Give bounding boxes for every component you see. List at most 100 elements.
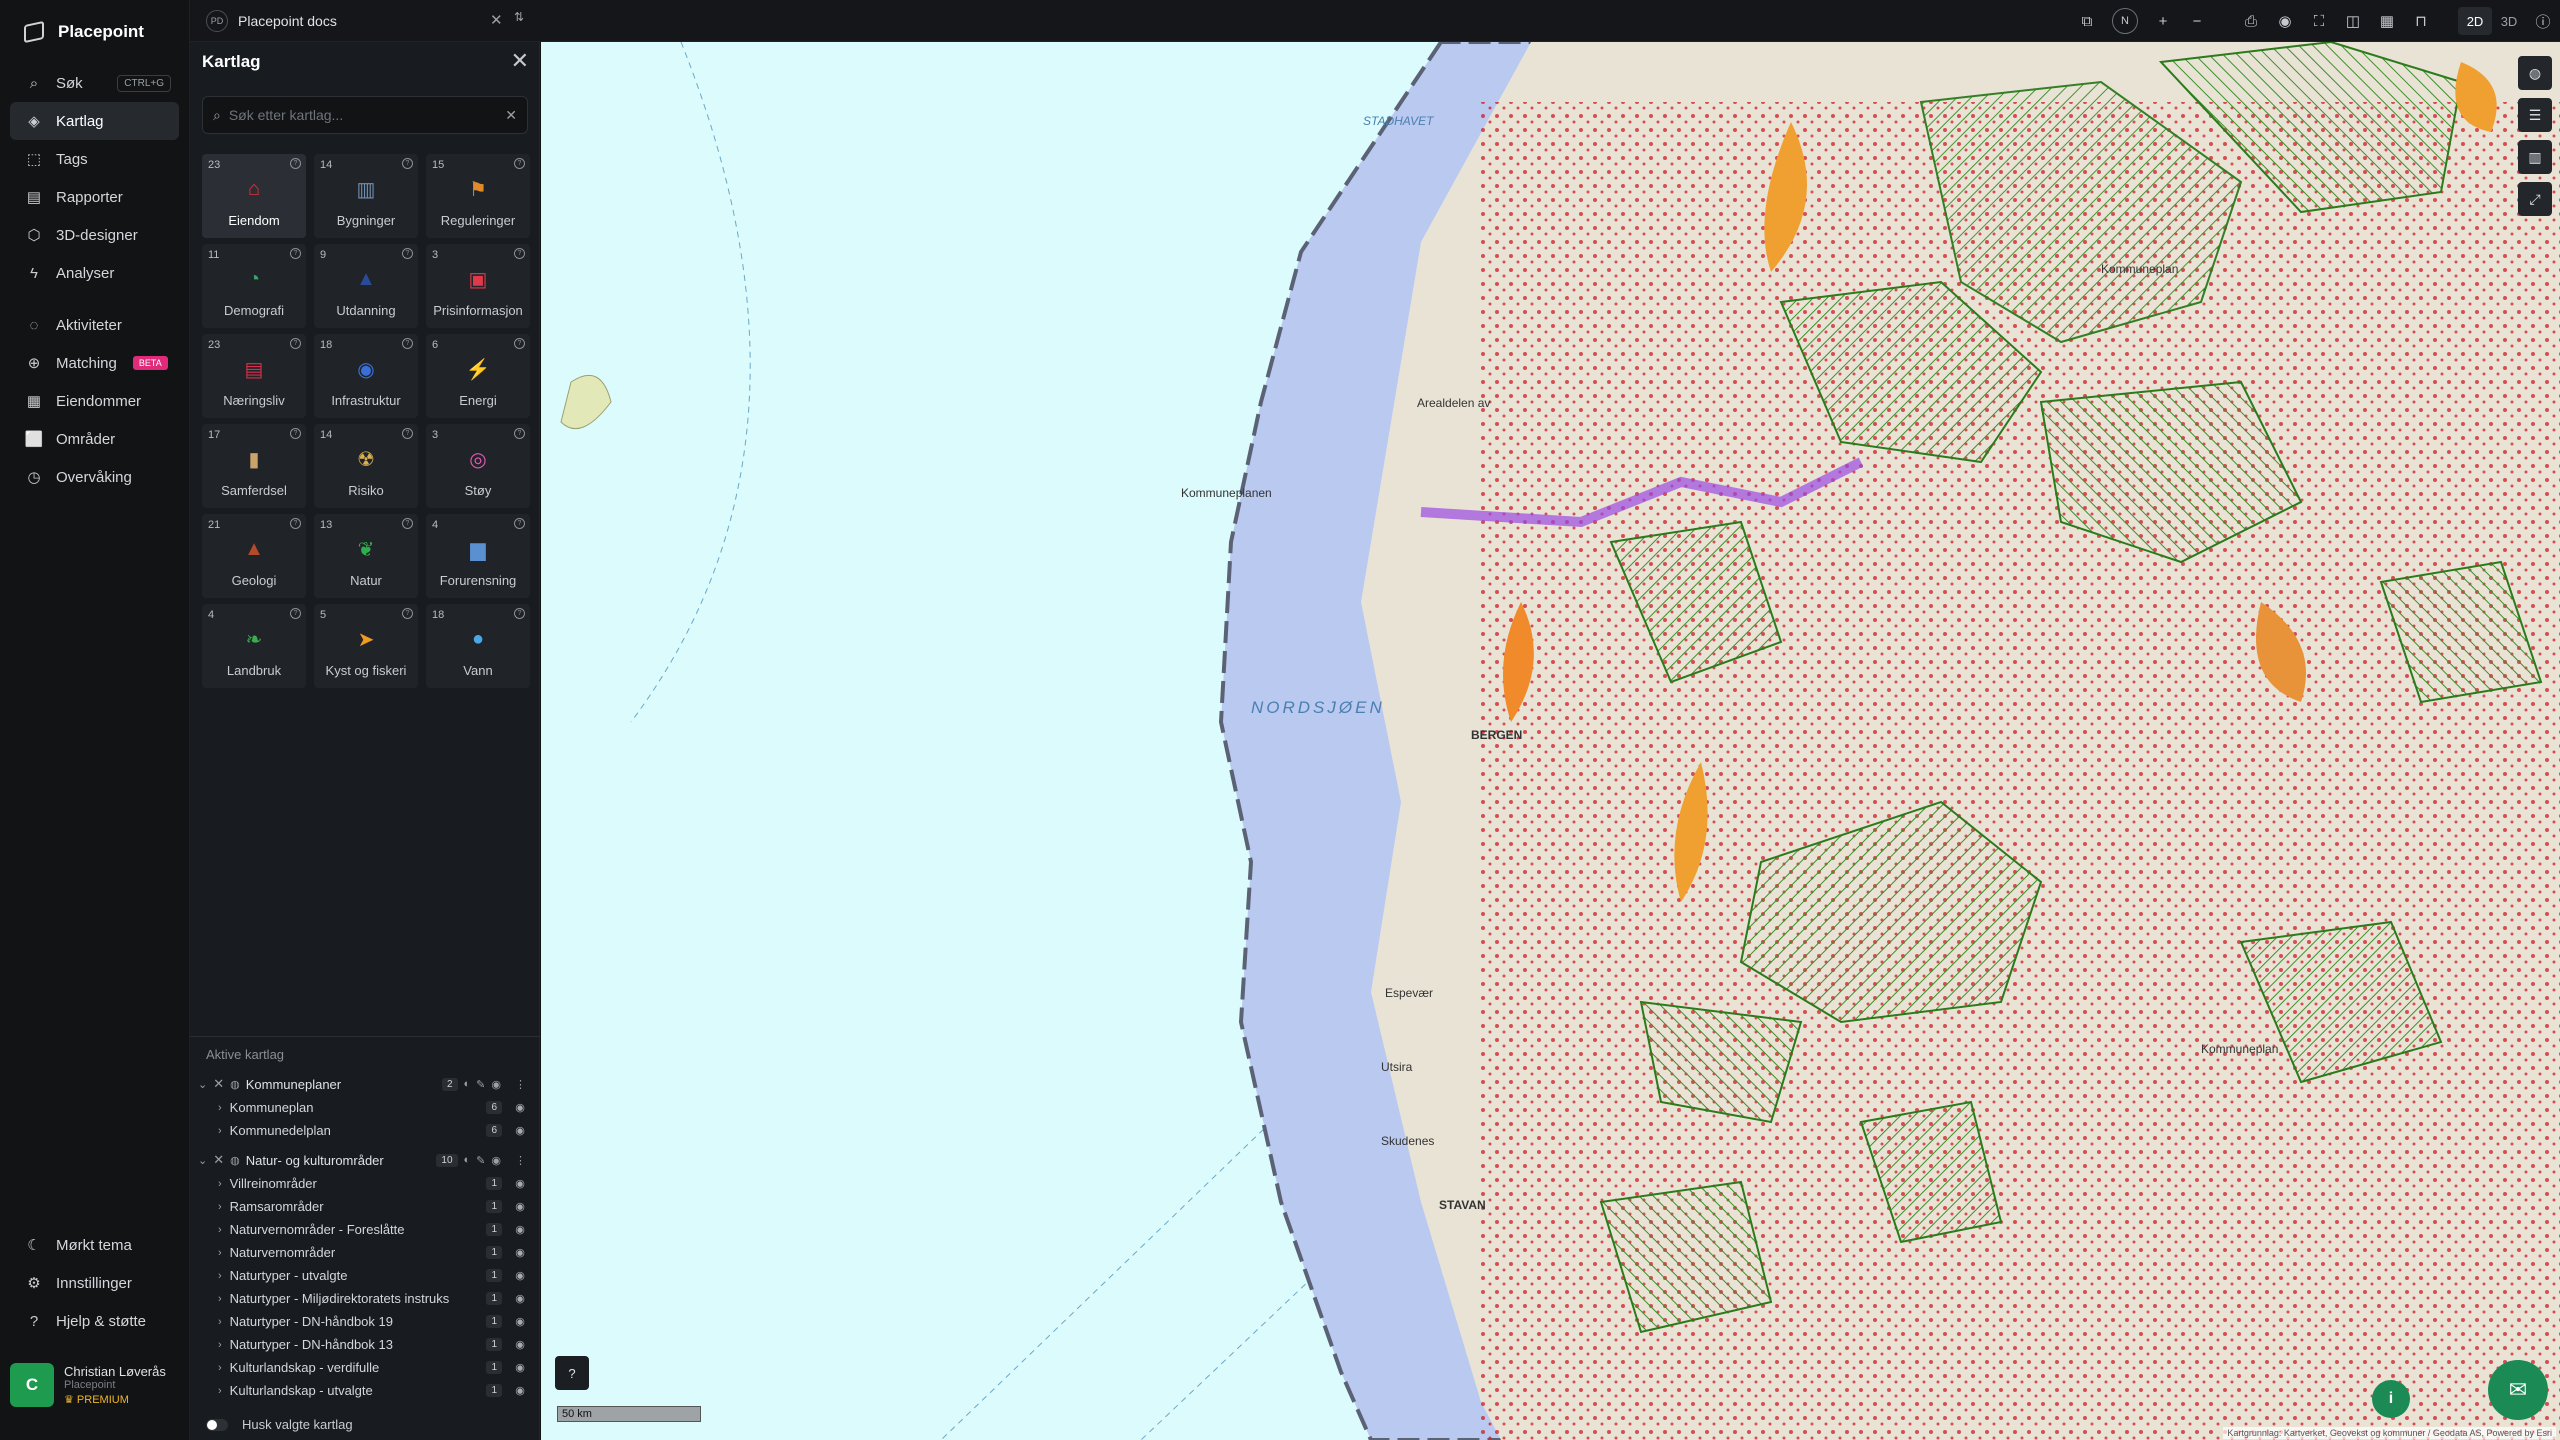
layer-category-forurensning[interactable]: 4? ▆ Forurensning [426,514,530,598]
layer-row[interactable]: › Kulturlandskap - verdifulle 1 ◉ [190,1356,540,1379]
layer-row[interactable]: › Ramsarområder 1 ◉ [190,1195,540,1218]
layer-category-eiendom[interactable]: 23? ⌂ Eiendom [202,154,306,238]
layer-category-infrastruktur[interactable]: 18? ◉ Infrastruktur [314,334,418,418]
layer-row[interactable]: › Kommunedelplan 6 ◉ [190,1119,540,1142]
eye-icon[interactable]: ◉ [510,1200,530,1213]
nav-item-hjelp-støtte[interactable]: ? Hjelp & støtte [10,1302,180,1340]
nav-item-3d-designer[interactable]: ⬡ 3D-designer [10,216,179,254]
eye-icon[interactable]: ◉ [510,1315,530,1328]
measure-icon[interactable]: ⤢ [2518,182,2552,216]
info-fab-icon[interactable]: i [2372,1380,2410,1418]
remember-layers[interactable]: Husk valgte kartlag [206,1417,353,1432]
layer-category-risiko[interactable]: 14? ☢ Risiko [314,424,418,508]
nav-item-eiendommer[interactable]: ▦ Eiendommer [10,382,179,420]
info-icon[interactable]: ? [290,248,301,259]
eye-icon[interactable]: ◉ [491,1154,501,1167]
eye-icon[interactable]: ◉ [510,1361,530,1374]
info-icon[interactable]: ? [514,608,525,619]
layer-category-utdanning[interactable]: 9? ▲ Utdanning [314,244,418,328]
info-icon[interactable]: ? [514,248,525,259]
layer-category-landbruk[interactable]: 4? ❧ Landbruk [202,604,306,688]
layers-stack-icon[interactable]: ⧉ [2070,0,2104,42]
edit-icon[interactable]: ✎ [476,1078,485,1091]
eye-icon[interactable]: ◉ [510,1223,530,1236]
more-icon[interactable]: ⋮ [515,1154,526,1167]
bookmark-icon[interactable]: ⊓ [2404,0,2438,42]
user-card[interactable]: C Christian Løverås Placepoint ♛ PREMIUM [10,1348,180,1422]
info-icon[interactable]: ⓘ [2526,0,2560,42]
layer-row[interactable]: › Naturvernområder 1 ◉ [190,1241,540,1264]
layer-category-samferdsel[interactable]: 17? ▮ Samferdsel [202,424,306,508]
fullscreen-icon[interactable]: ⛶ [2302,0,2336,42]
info-icon[interactable]: ? [290,428,301,439]
basemap-icon[interactable]: ◍ [2518,56,2552,90]
info-icon[interactable]: ? [514,518,525,529]
layer-category-vann[interactable]: 18? ● Vann [426,604,530,688]
info-icon[interactable]: ? [402,158,413,169]
layer-category-bygninger[interactable]: 14? ▥ Bygninger [314,154,418,238]
layer-row[interactable]: › Naturtyper - DN-håndbok 13 1 ◉ [190,1333,540,1356]
info-icon[interactable]: ? [290,518,301,529]
more-icon[interactable]: ⋮ [515,1078,526,1091]
layer-category-kyst-og-fiskeri[interactable]: 5? ➤ Kyst og fiskeri [314,604,418,688]
layer-category-geologi[interactable]: 21? ▲ Geologi [202,514,306,598]
layer-row[interactable]: › Naturtyper - utvalgte 1 ◉ [190,1264,540,1287]
nav-item-matching[interactable]: ⊕ Matching BETA [10,344,179,382]
info-icon[interactable]: ? [290,158,301,169]
remove-icon[interactable]: ✕ [213,1076,224,1092]
legend-icon[interactable]: ☰ [2518,98,2552,132]
info-icon[interactable]: ? [514,158,525,169]
chevron-right-icon[interactable]: › [218,1224,222,1236]
eye-icon[interactable]: ◉ [510,1246,530,1259]
layer-row[interactable]: › Naturtyper - Miljødirektoratets instruk… [190,1287,540,1310]
info-icon[interactable]: ? [402,428,413,439]
layer-row[interactable]: › Villreinområder 1 ◉ [190,1172,540,1195]
eye-icon[interactable]: ◉ [2268,0,2302,42]
nav-item-overvåking[interactable]: ◷ Overvåking [10,458,179,496]
eye-icon[interactable]: ◉ [510,1338,530,1351]
close-panel-icon[interactable]: ✕ [511,48,529,74]
chevron-right-icon[interactable]: › [218,1362,222,1374]
info-icon[interactable]: ? [514,338,525,349]
layer-category-reguleringer[interactable]: 15? ⚑ Reguleringer [426,154,530,238]
chevron-right-icon[interactable]: › [218,1270,222,1282]
edit-icon[interactable]: ✎ [476,1154,485,1167]
stats-icon[interactable]: ▥ [2518,140,2552,174]
chevron-right-icon[interactable]: › [218,1293,222,1305]
layer-category-demografi[interactable]: 11? ◔ Demografi [202,244,306,328]
compass-button[interactable]: N [2112,8,2138,34]
print-icon[interactable]: ⎙ [2234,0,2268,42]
eye-icon[interactable]: ◉ [510,1101,530,1114]
layer-category-prisinformasjon[interactable]: 3? ▣ Prisinformasjon [426,244,530,328]
zoom-out-icon[interactable]: − [2180,0,2214,42]
info-icon[interactable]: ? [402,608,413,619]
map-help-icon[interactable]: ? [555,1356,589,1390]
eye-icon[interactable]: ◉ [510,1269,530,1282]
chevron-down-icon[interactable]: ⌄ [198,1154,207,1167]
eye-icon[interactable]: ◉ [491,1078,501,1091]
layer-category-energi[interactable]: 6? ⚡ Energi [426,334,530,418]
switch-document-icon[interactable]: ⇅ [514,10,524,24]
chevron-right-icon[interactable]: › [218,1339,222,1351]
chevron-right-icon[interactable]: › [218,1102,222,1114]
chevron-right-icon[interactable]: › [218,1247,222,1259]
mode-3d-button[interactable]: 3D [2492,0,2526,42]
mode-2d-button[interactable]: 2D [2458,7,2492,35]
layer-row[interactable]: › Kulturlandskap - utvalgte 1 ◉ [190,1379,540,1402]
layer-category-støy[interactable]: 3? ◎ Støy [426,424,530,508]
eye-icon[interactable]: ◉ [510,1177,530,1190]
info-icon[interactable]: ? [290,608,301,619]
layer-row[interactable]: › Naturvernområder - Foreslåtte 1 ◉ [190,1218,540,1241]
eye-icon[interactable]: ◉ [510,1292,530,1305]
remove-icon[interactable]: ✕ [213,1152,224,1168]
nav-item-søk[interactable]: ⌕ Søk CTRL+G [10,64,179,102]
nav-item-aktiviteter[interactable]: ◌ Aktiviteter [10,306,179,344]
map-canvas[interactable]: NORDSJØEN Kommuneplanen Kommuneplan Area… [541,42,2560,1440]
eye-icon[interactable]: ◉ [510,1124,530,1137]
chevron-right-icon[interactable]: › [218,1316,222,1328]
nav-item-kartlag[interactable]: ◈ Kartlag [10,102,179,140]
nav-item-mørkt-tema[interactable]: ☾ Mørkt tema [10,1226,180,1264]
style-icon[interactable]: ◐ [464,1078,471,1091]
nav-item-rapporter[interactable]: ▤ Rapporter [10,178,179,216]
layer-group[interactable]: ⌄ ✕ ◍ Natur- og kulturområder 10 ◐ ✎ ◉ ⋮ [190,1148,540,1172]
